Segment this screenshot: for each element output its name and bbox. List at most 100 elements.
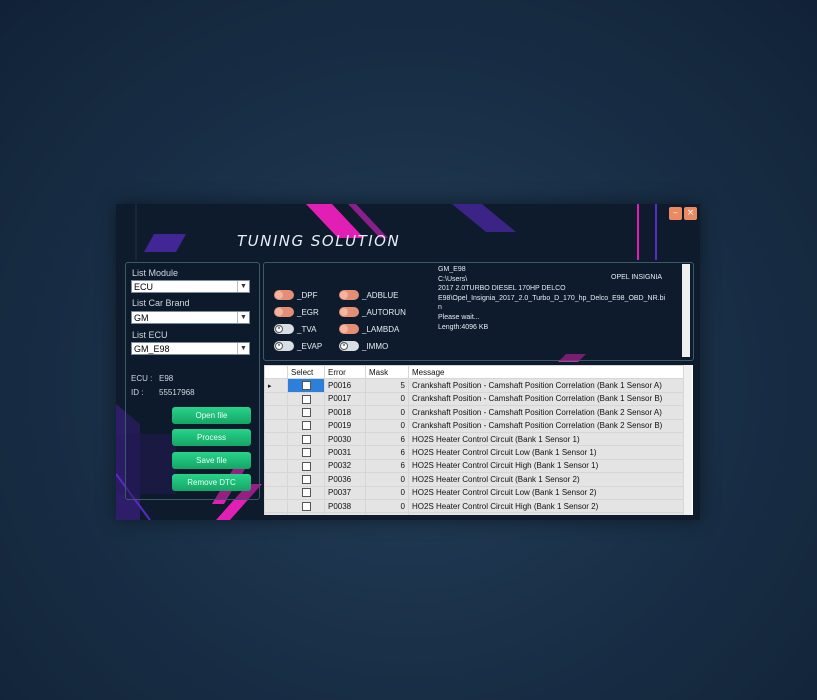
app-window: TUNING SOLUTION – × List Module ECU ▼ Li… [116, 204, 700, 520]
table-row[interactable]: ▸ P0016 5 Crankshaft Position - Camshaft Po… [264, 378, 684, 393]
toggle-knob [275, 308, 283, 316]
process-button[interactable]: Process [172, 429, 251, 446]
row-header[interactable] [264, 512, 288, 515]
table-row[interactable]: P0032 6 HO2S Heater Control Circuit High (… [264, 458, 684, 474]
select-cell [287, 472, 325, 487]
table-row[interactable]: P0036 0 HO2S Heater Control Circuit (Bank … [264, 472, 684, 487]
select-cell [287, 445, 325, 460]
error-code: P0018 [324, 405, 366, 420]
id-key: ID : [131, 388, 144, 397]
toggle-tva[interactable]: × [274, 324, 294, 334]
select-checkbox[interactable] [301, 448, 311, 458]
list-ecu-label: List ECU [132, 330, 168, 340]
open-file-button[interactable]: Open file [172, 407, 251, 424]
toggle-label: _EGR [297, 308, 319, 317]
message-text: HO2S Heater Control Circuit Low (Bank 1 … [408, 485, 684, 500]
table-scrollbar[interactable] [684, 365, 692, 515]
select-checkbox[interactable] [301, 475, 311, 485]
close-button[interactable]: × [684, 207, 697, 220]
row-header[interactable]: ▸ [264, 378, 288, 393]
chevron-down-icon: ▼ [237, 343, 249, 354]
row-header[interactable] [264, 498, 288, 514]
select-cell [287, 378, 325, 393]
row-header[interactable] [264, 431, 288, 447]
chevron-down-icon: ▼ [237, 281, 249, 292]
message-text: HO2S Heater Control Circuit Low (Bank 1 … [408, 445, 684, 460]
error-code: P0030 [324, 431, 366, 447]
log-line: Please wait... [438, 313, 480, 321]
list-brand-label: List Car Brand [132, 298, 190, 308]
remove-dtc-button[interactable]: Remove DTC [172, 474, 251, 491]
select-checkbox[interactable] [301, 408, 311, 418]
table-row[interactable]: P0019 0 Crankshaft Position - Camshaft Pos… [264, 418, 684, 433]
select-checkbox[interactable] [301, 381, 311, 391]
table-row[interactable]: P003A0Turbocharger/Supercharger Boost Co… [264, 512, 684, 515]
select-checkbox[interactable] [301, 488, 311, 498]
row-header[interactable] [264, 418, 288, 433]
x-icon: × [275, 342, 283, 350]
row-header[interactable] [264, 405, 288, 420]
message-text: Crankshaft Position - Camshaft Position … [408, 418, 684, 433]
toggle-dpf[interactable] [274, 290, 294, 300]
toggle-knob [340, 291, 348, 299]
error-code: P0032 [324, 458, 366, 474]
select-cell [287, 512, 325, 515]
select-checkbox[interactable] [301, 461, 311, 471]
toggle-label: _EVAP [297, 342, 323, 351]
column-header[interactable]: Select [287, 365, 325, 380]
table-row[interactable]: P0017 0 Crankshaft Position - Camshaft Pos… [264, 391, 684, 407]
column-header[interactable]: Message [408, 365, 684, 380]
list-module-value: ECU [134, 282, 154, 292]
list-ecu-select[interactable]: GM_E98 ▼ [131, 342, 250, 355]
log-line: E98\Opel_Insignia_2017_2.0_Turbo_D_170_h… [438, 294, 666, 302]
table-row[interactable]: P0031 6 HO2S Heater Control Circuit Low (B… [264, 445, 684, 460]
toggle-evap[interactable]: × [274, 341, 294, 351]
list-module-select[interactable]: ECU ▼ [131, 280, 250, 293]
row-header[interactable] [264, 472, 288, 487]
minimize-button[interactable]: – [669, 207, 682, 220]
table-row[interactable]: P0038 0 HO2S Heater Control Circuit High (… [264, 498, 684, 514]
column-header[interactable]: Error [324, 365, 366, 380]
app-title: TUNING SOLUTION [237, 232, 401, 250]
toggle-egr[interactable] [274, 307, 294, 317]
log-scrollbar[interactable] [682, 264, 690, 357]
message-text: HO2S Heater Control Circuit High (Bank 1… [408, 458, 684, 474]
select-cell [287, 391, 325, 407]
table-row[interactable]: P0018 0 Crankshaft Position - Camshaft Pos… [264, 405, 684, 420]
row-header[interactable] [264, 445, 288, 460]
toggle-adblue[interactable] [339, 290, 359, 300]
table-header-row: Select Error Mask Message [264, 365, 684, 380]
select-checkbox[interactable] [301, 434, 311, 444]
row-header[interactable] [264, 458, 288, 474]
message-text: Crankshaft Position - Camshaft Position … [408, 405, 684, 420]
error-code: P003A [324, 512, 366, 515]
mask-value: 0 [365, 391, 409, 407]
ecu-key: ECU : [131, 374, 153, 383]
column-header[interactable]: Mask [365, 365, 409, 380]
select-cell [287, 431, 325, 447]
row-header[interactable] [264, 485, 288, 500]
error-code: P0037 [324, 485, 366, 500]
list-ecu-value: GM_E98 [134, 344, 170, 354]
column-header[interactable] [264, 365, 288, 380]
toggle-lambda[interactable] [339, 324, 359, 334]
mask-value: 0 [365, 405, 409, 420]
x-icon: × [340, 342, 348, 350]
toggle-autorun[interactable] [339, 307, 359, 317]
message-text: Crankshaft Position - Camshaft Position … [408, 391, 684, 407]
toggle-label: _DPF [297, 291, 318, 300]
list-brand-value: GM [134, 313, 149, 323]
message-text: Turbocharger/Supercharger Boost Control … [408, 512, 684, 515]
list-brand-select[interactable]: GM ▼ [131, 311, 250, 324]
toggle-label: _AUTORUN [362, 308, 406, 317]
list-module-label: List Module [132, 268, 179, 278]
select-checkbox[interactable] [301, 421, 311, 431]
table-row[interactable]: P0037 0 HO2S Heater Control Circuit Low (B… [264, 485, 684, 500]
table-row[interactable]: P0030 6 HO2S Heater Control Circuit (Bank … [264, 431, 684, 447]
save-file-button[interactable]: Save file [172, 452, 251, 469]
select-checkbox[interactable] [301, 501, 311, 511]
message-text: Crankshaft Position - Camshaft Position … [408, 378, 684, 393]
select-checkbox[interactable] [301, 394, 311, 404]
toggle-immo[interactable]: × [339, 341, 359, 351]
row-header[interactable] [264, 391, 288, 407]
